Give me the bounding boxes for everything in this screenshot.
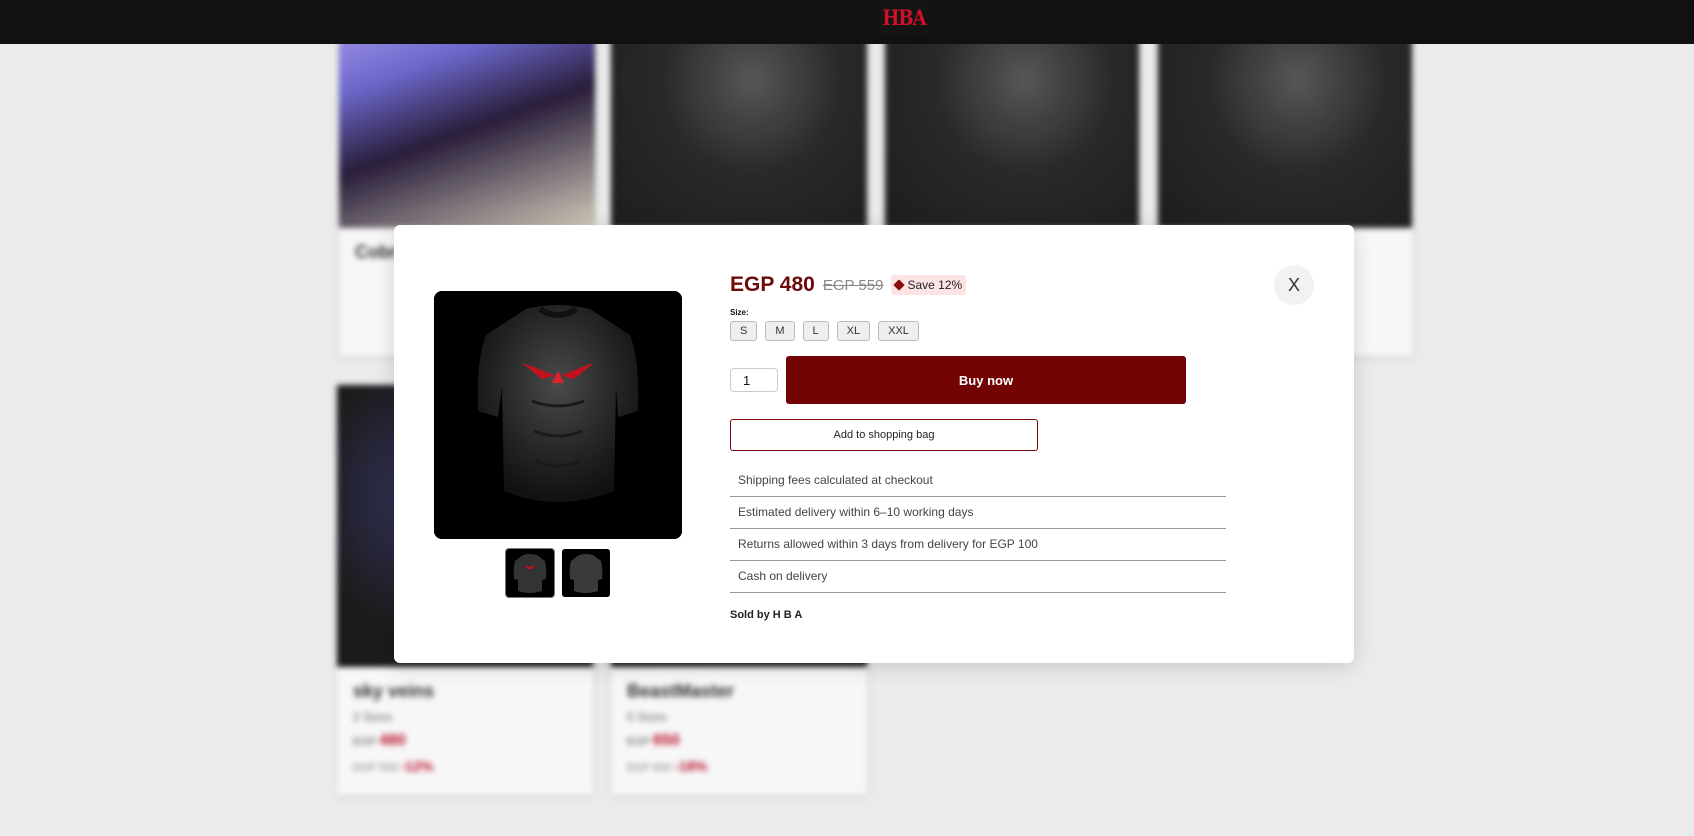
shirt-image <box>434 291 682 539</box>
list-item: Returns allowed within 3 days from deliv… <box>730 529 1226 561</box>
shirt-thumbnail-image <box>506 549 554 597</box>
brand-logo[interactable]: HBA <box>880 0 928 36</box>
buy-now-button[interactable]: Buy now <box>786 356 1186 404</box>
brand-logo-text: HBA <box>882 5 926 31</box>
product-details: EGP 480 EGP 559 Save 12% Size: S M L XL … <box>730 273 1226 621</box>
add-to-bag-button[interactable]: Add to shopping bag <box>730 419 1038 451</box>
size-option-l[interactable]: L <box>802 321 829 341</box>
tag-icon <box>893 279 906 291</box>
current-price: EGP 480 <box>730 273 815 296</box>
size-option-xl[interactable]: XL <box>836 321 871 341</box>
shipping-info-list: Shipping fees calculated at checkout Est… <box>730 465 1226 593</box>
product-main-image <box>434 291 682 539</box>
shirt-back-thumbnail-image <box>562 549 610 597</box>
product-thumbnail[interactable] <box>562 549 610 597</box>
close-button[interactable]: X <box>1274 265 1314 305</box>
size-option-s[interactable]: S <box>730 321 758 341</box>
list-item: Shipping fees calculated at checkout <box>730 465 1226 497</box>
size-label: Size: <box>730 308 749 317</box>
list-item: Cash on delivery <box>730 561 1226 593</box>
purchase-row: Buy now <box>730 356 1186 404</box>
quantity-input[interactable] <box>730 368 778 392</box>
original-price: EGP 559 <box>822 276 884 294</box>
product-thumbnail[interactable] <box>505 548 555 598</box>
top-header: HBA <box>0 0 1694 44</box>
size-option-xxl[interactable]: XXL <box>878 321 919 341</box>
size-option-m[interactable]: M <box>765 321 795 341</box>
price-row: EGP 480 EGP 559 Save 12% <box>730 273 967 297</box>
list-item: Estimated delivery within 6–10 working d… <box>730 497 1226 529</box>
size-options: S M L XL XXL <box>730 321 966 341</box>
product-quick-view-modal: X EGP 480 EGP 559 Save 12% Size: S M L X… <box>394 225 1354 663</box>
save-badge: Save 12% <box>891 275 967 295</box>
save-badge-label: Save 12% <box>907 278 963 292</box>
seller-label: Sold by H B A <box>730 609 803 621</box>
product-thumbnails <box>505 548 610 598</box>
